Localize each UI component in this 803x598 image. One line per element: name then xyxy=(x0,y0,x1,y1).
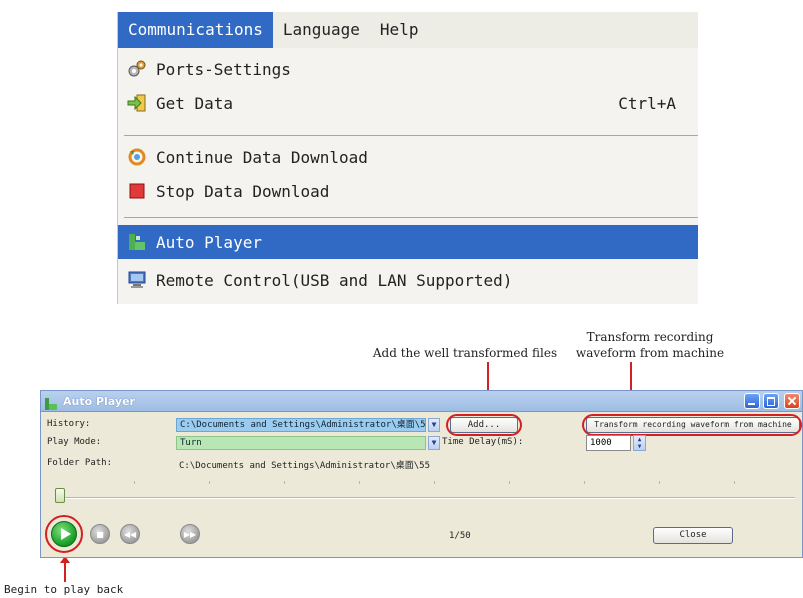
play-button[interactable] xyxy=(51,521,77,547)
import-data-icon xyxy=(126,92,148,114)
arrow-play xyxy=(60,556,70,582)
stop-icon: ■ xyxy=(96,529,104,539)
history-dropdown-button[interactable]: ▼ xyxy=(428,418,440,432)
title-bar: Auto Player xyxy=(41,391,802,412)
maximize-button[interactable] xyxy=(763,393,779,409)
slider-tick xyxy=(209,481,210,484)
close-window-button[interactable] xyxy=(784,393,800,409)
previous-icon: ◀◀ xyxy=(123,529,137,539)
play-mode-label: Play Mode: xyxy=(47,437,102,447)
app-icon xyxy=(45,395,57,410)
time-delay-input[interactable]: 1000 xyxy=(586,435,631,451)
folder-path-value: C:\Documents and Settings\Administrator\… xyxy=(179,461,430,471)
communications-menu: Communications Language Help Ports-Setti… xyxy=(117,12,698,304)
window-title: Auto Player xyxy=(63,394,135,408)
auto-player-window: Auto Player History: C:\Documents and Se… xyxy=(40,390,803,558)
previous-button[interactable]: ◀◀ xyxy=(120,524,140,544)
menu-separator xyxy=(124,217,698,218)
slider-tick xyxy=(584,481,585,484)
highlight-add xyxy=(446,414,522,436)
stop-icon xyxy=(126,180,148,202)
menu-item-remote-control[interactable]: Remote Control(USB and LAN Supported) xyxy=(118,263,698,297)
menu-communications[interactable]: Communications xyxy=(118,12,273,48)
menu-language[interactable]: Language xyxy=(273,12,370,48)
frame-counter: 1/50 xyxy=(449,531,471,541)
menu-item-ports-settings[interactable]: Ports-Settings xyxy=(118,52,698,86)
slider-tick xyxy=(734,481,735,484)
time-delay-spinner[interactable]: ▲ ▼ xyxy=(633,435,646,451)
slider-tick xyxy=(434,481,435,484)
annotation-play: Begin to play back xyxy=(4,583,124,596)
menu-item-continue-data-download[interactable]: Continue Data Download xyxy=(118,140,698,174)
menu-item-label: Ports-Settings xyxy=(156,59,291,79)
menu-help[interactable]: Help xyxy=(370,12,429,48)
play-mode-dropdown-button[interactable]: ▼ xyxy=(428,436,440,450)
playback-slider-thumb[interactable] xyxy=(55,488,65,503)
time-delay-label: Time Delay(mS): xyxy=(442,437,524,447)
menu-bar: Communications Language Help xyxy=(118,12,698,48)
annotation-transform-line2: waveform from machine xyxy=(575,346,725,360)
gears-icon xyxy=(126,58,148,80)
slider-tick xyxy=(134,481,135,484)
auto-player-icon xyxy=(126,231,148,253)
chevron-down-icon: ▼ xyxy=(431,420,437,429)
menu-item-stop-data-download[interactable]: Stop Data Download xyxy=(118,174,698,208)
slider-tick xyxy=(509,481,510,484)
menu-item-auto-player[interactable]: Auto Player xyxy=(118,225,698,259)
menu-item-label: Continue Data Download xyxy=(156,147,368,167)
history-label: History: xyxy=(47,419,91,429)
menu-item-label: Auto Player xyxy=(156,232,262,252)
playback-slider-track[interactable] xyxy=(57,497,795,499)
annotation-add: Add the well transformed files xyxy=(372,346,558,360)
refresh-icon xyxy=(126,146,148,168)
slider-tick xyxy=(359,481,360,484)
next-button[interactable]: ▶▶ xyxy=(180,524,200,544)
menu-item-get-data[interactable]: Get Data Ctrl+A xyxy=(118,86,698,120)
history-combobox[interactable]: C:\Documents and Settings\Administrator\… xyxy=(176,418,426,432)
close-button[interactable]: Close xyxy=(653,527,733,544)
folder-path-label: Folder Path: xyxy=(47,458,113,468)
highlight-transform xyxy=(582,414,802,436)
menu-item-shortcut: Ctrl+A xyxy=(618,93,676,113)
slider-tick xyxy=(659,481,660,484)
menu-separator xyxy=(124,135,698,136)
stop-button[interactable]: ■ xyxy=(90,524,110,544)
slider-tick xyxy=(284,481,285,484)
spin-up-icon: ▲ xyxy=(637,436,642,443)
monitor-icon xyxy=(126,269,148,291)
menu-item-label: Stop Data Download xyxy=(156,181,330,201)
next-icon: ▶▶ xyxy=(183,529,197,539)
play-mode-select[interactable]: Turn xyxy=(176,436,426,450)
minimize-button[interactable] xyxy=(744,393,760,409)
spin-down-icon: ▼ xyxy=(637,443,642,450)
menu-item-label: Remote Control(USB and LAN Supported) xyxy=(156,270,513,290)
menu-item-label: Get Data xyxy=(156,93,234,113)
annotation-transform-line1: Transform recording xyxy=(586,330,714,344)
chevron-down-icon: ▼ xyxy=(431,438,437,447)
